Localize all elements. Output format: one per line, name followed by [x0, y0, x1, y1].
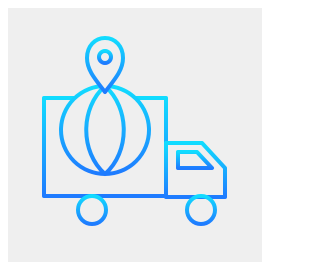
- icon-canvas: [0, 0, 270, 270]
- location-pin-icon: [85, 36, 125, 94]
- rear-wheel: [76, 194, 108, 226]
- cab-window: [176, 150, 214, 170]
- global-delivery-truck-icon: [0, 0, 270, 270]
- globe-icon: [59, 84, 151, 176]
- front-wheel: [185, 194, 217, 226]
